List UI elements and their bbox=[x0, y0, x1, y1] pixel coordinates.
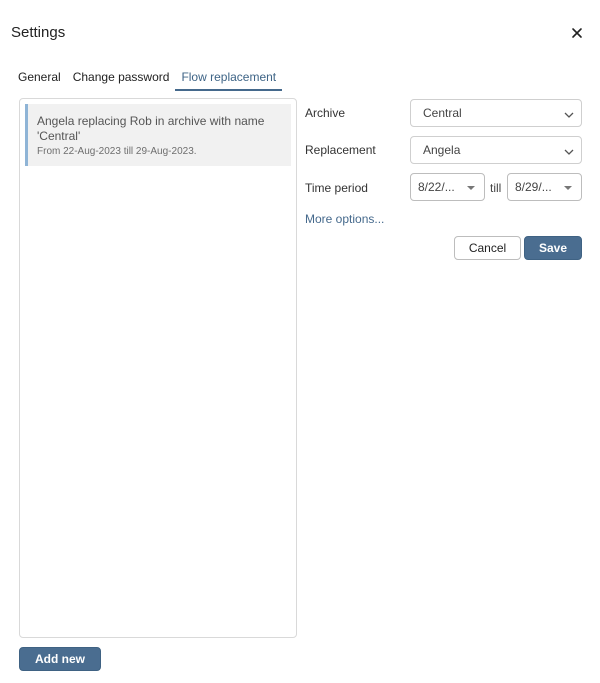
till-label: till bbox=[490, 181, 502, 195]
archive-label: Archive bbox=[305, 106, 346, 120]
archive-select[interactable]: Central bbox=[410, 99, 582, 127]
save-button[interactable]: Save bbox=[524, 236, 582, 260]
caret-down-icon bbox=[564, 186, 572, 190]
list-item-period: From 22-Aug-2023 till 29-Aug-2023. bbox=[37, 146, 197, 157]
time-period-label: Time period bbox=[305, 181, 368, 195]
date-from-value: 8/22/... bbox=[418, 180, 455, 194]
chevron-down-icon bbox=[564, 109, 574, 119]
date-to-picker[interactable]: 8/29/... bbox=[507, 173, 582, 201]
dialog-header: Settings bbox=[0, 0, 600, 64]
settings-tabs: General Change password Flow replacement bbox=[12, 66, 283, 91]
add-new-button[interactable]: Add new bbox=[19, 647, 101, 671]
dialog-title: Settings bbox=[11, 24, 66, 41]
replacement-value: Angela bbox=[423, 143, 461, 157]
tab-general[interactable]: General bbox=[12, 66, 67, 91]
close-icon[interactable] bbox=[568, 24, 586, 42]
chevron-down-icon bbox=[564, 146, 574, 156]
tab-change-password[interactable]: Change password bbox=[67, 66, 176, 91]
list-item-title: Angela replacing Rob in archive with nam… bbox=[37, 114, 265, 143]
caret-down-icon bbox=[467, 186, 475, 190]
tab-flow-replacement[interactable]: Flow replacement bbox=[175, 66, 283, 91]
date-to-value: 8/29/... bbox=[515, 180, 552, 194]
date-from-picker[interactable]: 8/22/... bbox=[410, 173, 485, 201]
replacement-label: Replacement bbox=[305, 143, 376, 157]
cancel-button[interactable]: Cancel bbox=[454, 236, 521, 260]
archive-value: Central bbox=[423, 106, 462, 120]
list-item[interactable]: Angela replacing Rob in archive with nam… bbox=[25, 104, 291, 166]
replacement-list: Angela replacing Rob in archive with nam… bbox=[19, 98, 297, 638]
more-options-link[interactable]: More options... bbox=[305, 212, 384, 226]
replacement-select[interactable]: Angela bbox=[410, 136, 582, 164]
